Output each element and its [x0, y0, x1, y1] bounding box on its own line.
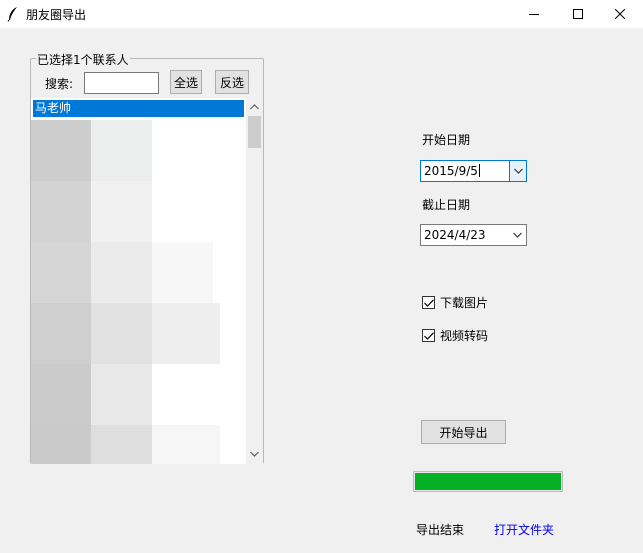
download-images-label: 下载图片	[440, 296, 489, 310]
checkmark-icon	[423, 331, 434, 340]
search-label: 搜索:	[45, 77, 74, 91]
start-date-value: 2015/9/5	[424, 164, 478, 178]
minimize-button[interactable]	[511, 0, 557, 28]
video-transcode-label: 视频转码	[440, 329, 489, 343]
chevron-up-icon	[250, 103, 259, 109]
video-transcode-checkbox[interactable]: 视频转码	[422, 327, 488, 344]
contact-list-scrollbar[interactable]	[246, 98, 263, 464]
blurred-region	[91, 364, 152, 425]
chevron-down-icon	[250, 451, 259, 457]
maximize-button[interactable]	[555, 0, 601, 28]
blurred-region	[152, 303, 220, 364]
window-title: 朋友圈导出	[26, 8, 87, 22]
blurred-region	[31, 364, 91, 425]
open-folder-link[interactable]: 打开文件夹	[494, 521, 554, 538]
progress-fill	[415, 473, 561, 490]
blurred-region	[31, 181, 91, 242]
contact-list-item[interactable]: 马老帅	[33, 100, 244, 117]
blurred-region	[31, 120, 91, 181]
download-images-checkbox[interactable]: 下载图片	[422, 294, 488, 311]
blurred-region	[91, 181, 152, 242]
blurred-region	[91, 120, 152, 181]
maximize-icon	[573, 9, 583, 19]
scroll-up-button[interactable]	[246, 98, 263, 115]
blurred-region	[31, 303, 91, 364]
search-input[interactable]	[84, 72, 159, 94]
close-icon	[615, 9, 625, 19]
contact-list[interactable]: 马老帅	[31, 98, 246, 464]
export-status: 导出结束	[416, 523, 465, 537]
title-bar: 朋友圈导出	[0, 0, 643, 28]
chevron-down-icon	[513, 232, 522, 238]
start-date-combobox[interactable]: 2015/9/5	[420, 160, 527, 182]
checkmark-icon	[423, 298, 434, 307]
blurred-region	[31, 425, 91, 464]
blurred-region	[91, 425, 152, 464]
start-date-label: 开始日期	[422, 133, 471, 147]
close-button[interactable]	[597, 0, 643, 28]
scroll-thumb[interactable]	[248, 116, 261, 148]
blurred-region	[152, 242, 213, 303]
minimize-icon	[529, 14, 539, 15]
checkbox-box[interactable]	[422, 329, 435, 342]
text-caret	[478, 164, 480, 177]
feather-icon	[7, 6, 19, 22]
blurred-region	[31, 242, 91, 303]
invert-selection-button[interactable]: 反选	[215, 70, 249, 94]
scroll-down-button[interactable]	[246, 445, 263, 462]
select-all-button[interactable]: 全选	[170, 70, 202, 94]
export-progress-bar	[413, 471, 563, 492]
blurred-region	[91, 242, 152, 303]
end-date-dropdown-button[interactable]	[509, 225, 526, 245]
chevron-down-icon	[513, 168, 523, 174]
end-date-combobox[interactable]: 2024/4/23	[420, 224, 527, 246]
contacts-group-title: 已选择1个联系人	[36, 51, 130, 68]
blurred-region	[152, 425, 220, 464]
blurred-region	[91, 303, 152, 364]
checkbox-box[interactable]	[422, 296, 435, 309]
start-date-dropdown-button[interactable]	[509, 161, 526, 181]
start-export-button[interactable]: 开始导出	[421, 420, 506, 444]
end-date-value: 2024/4/23	[424, 228, 486, 242]
end-date-label: 截止日期	[422, 198, 471, 212]
